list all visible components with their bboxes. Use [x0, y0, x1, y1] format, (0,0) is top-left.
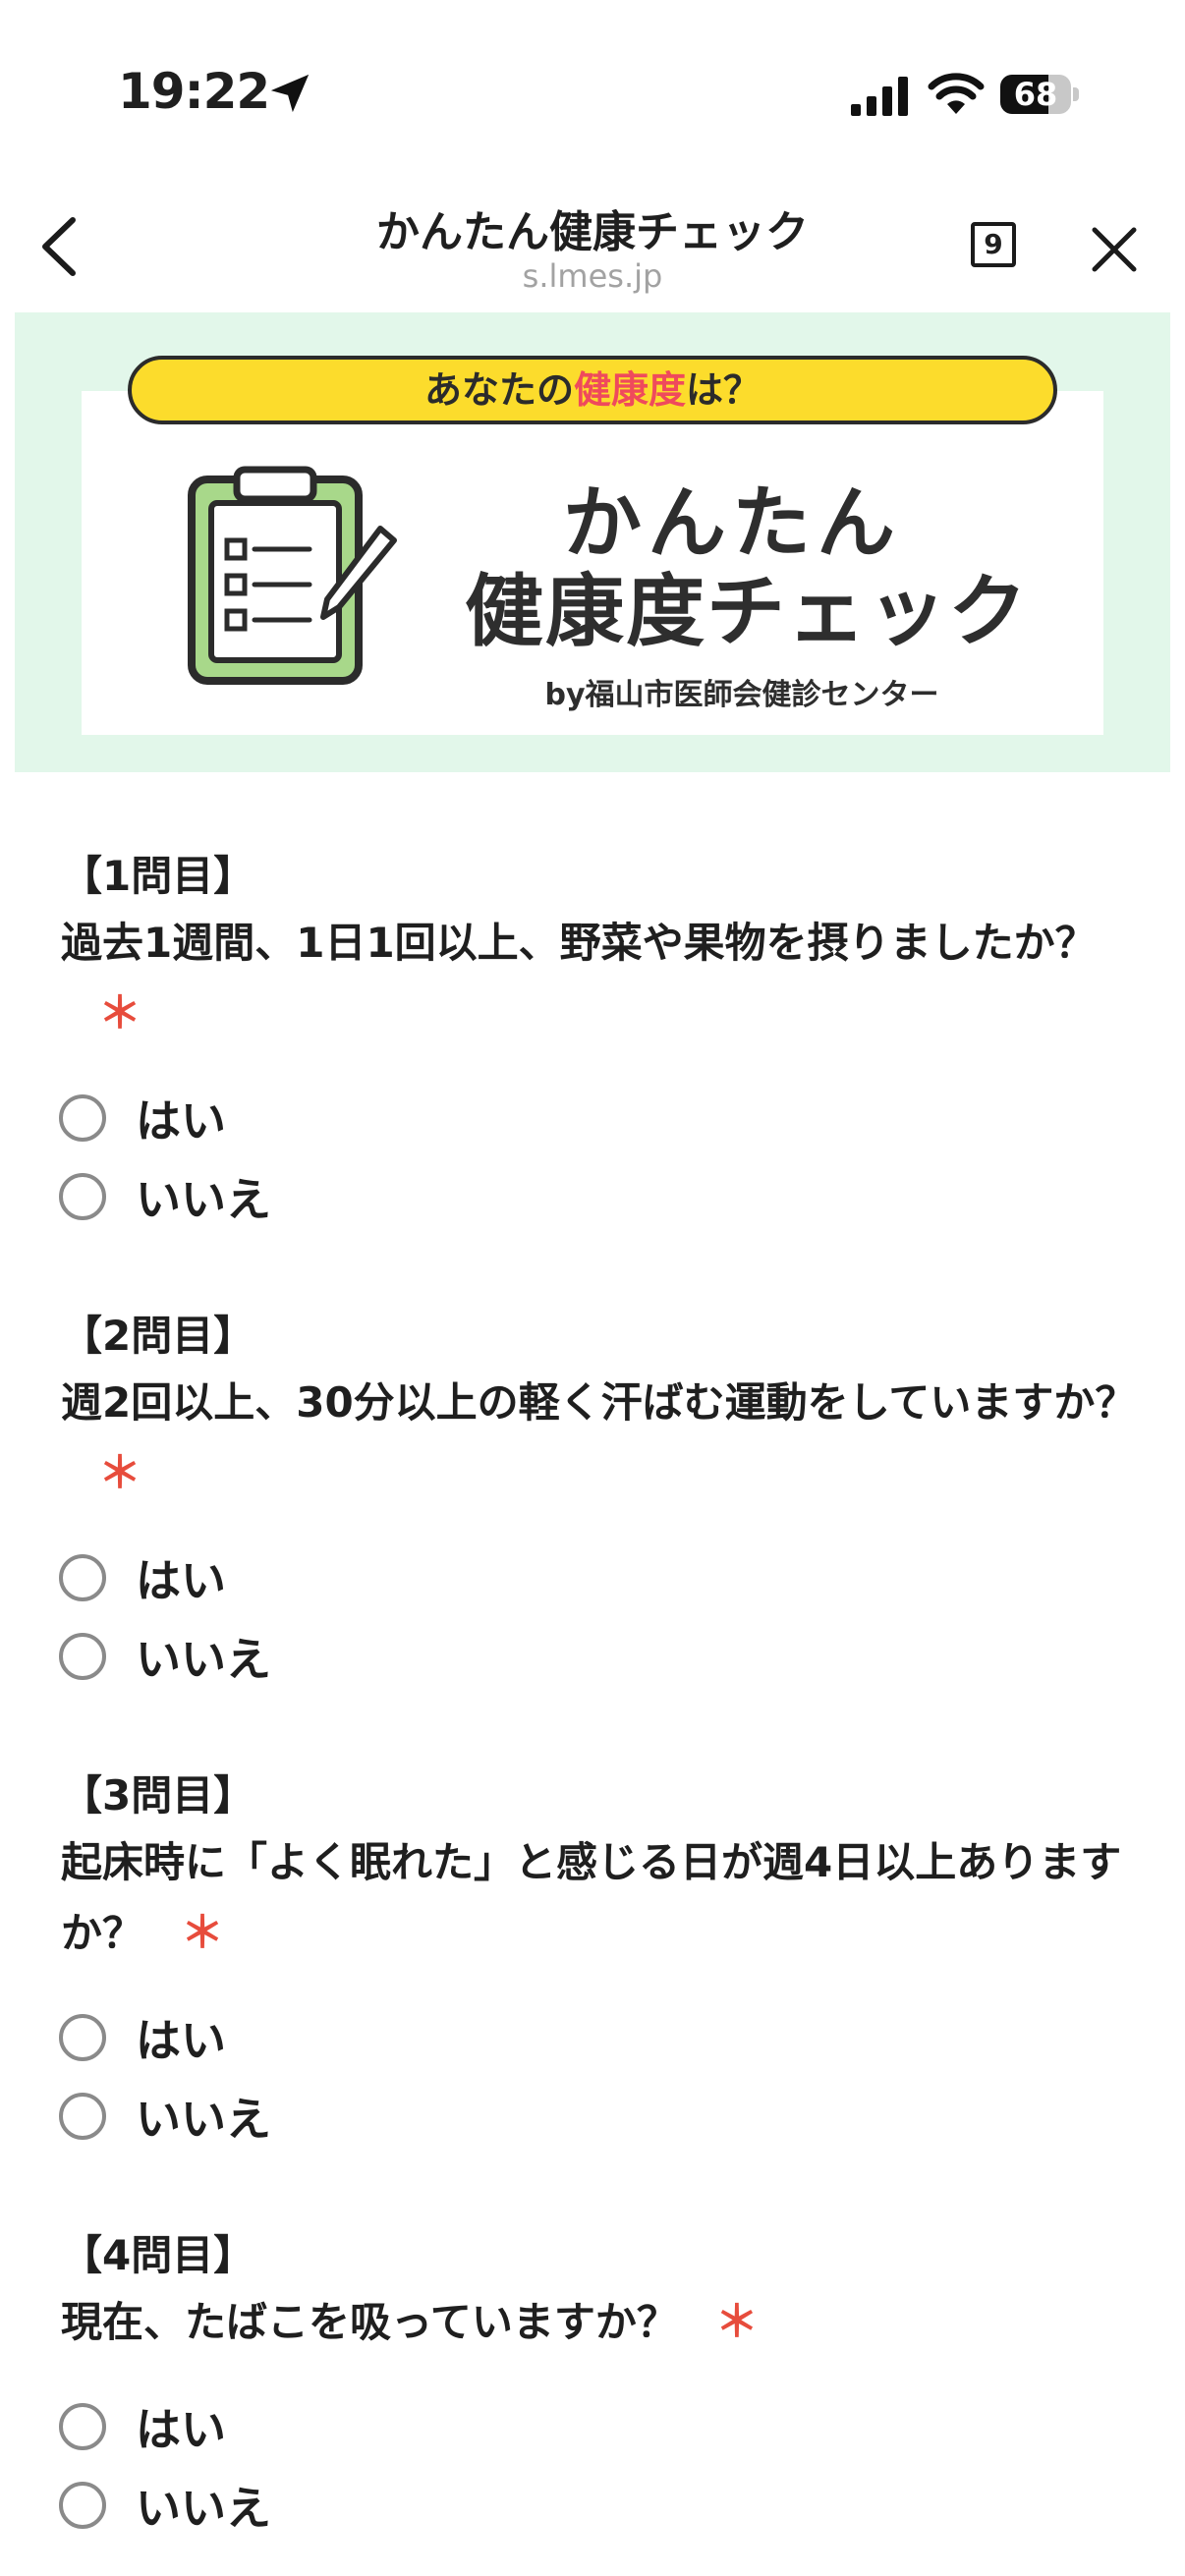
- radio-button[interactable]: [59, 1554, 106, 1601]
- radio-button[interactable]: [59, 1173, 106, 1220]
- battery-percent: 68: [1013, 76, 1058, 113]
- wifi-icon: [928, 73, 985, 114]
- radio-button[interactable]: [59, 2093, 106, 2140]
- option-label: はい: [136, 1094, 226, 1148]
- required-mark: ＊: [181, 1908, 225, 1958]
- question-2-label: 週2回以上、30分以上の軽く汗ばむ運動をしていますか？: [61, 1378, 1137, 1427]
- banner-title-line2: 健康度チェック: [465, 566, 1029, 657]
- option-label: はい: [136, 2403, 226, 2456]
- question-3-text: 起床時に「よく眠れた」と感じる日が週4日以上ありますか？＊: [61, 1827, 1142, 1969]
- header-banner: あなたの健康度は？ かんたん 健康度チェック by福山市医師会健診センター: [15, 312, 1170, 772]
- battery-indicator: 68: [1000, 75, 1079, 116]
- banner-pill-suffix: は？: [686, 368, 762, 412]
- status-time: 19:22: [118, 63, 270, 120]
- banner-byline: by福山市医師会健診センター: [544, 678, 939, 712]
- radio-button[interactable]: [59, 1633, 106, 1680]
- clipboard-checklist-icon: [188, 466, 397, 685]
- question-3-option-no[interactable]: いいえ: [59, 2087, 271, 2146]
- question-1-option-no[interactable]: いいえ: [59, 1167, 271, 1226]
- question-1-label: 過去1週間、1日1回以上、野菜や果物を摂りましたか？: [61, 919, 1097, 967]
- page-domain: s.lmes.jp: [522, 257, 663, 295]
- cellular-signal-icon: [851, 77, 908, 116]
- question-4-text: 現在、たばこを吸っていますか？ ＊: [61, 2287, 1142, 2358]
- required-mark: ＊: [98, 1448, 141, 1498]
- question-2-option-no[interactable]: いいえ: [59, 1627, 271, 1686]
- tab-count-button[interactable]: 9: [971, 222, 1016, 267]
- banner-pill-highlight: 健康度: [573, 368, 686, 412]
- close-icon[interactable]: [1089, 224, 1140, 275]
- option-label: はい: [136, 2014, 226, 2067]
- question-2-option-yes[interactable]: はい: [59, 1548, 226, 1607]
- required-mark: ＊: [98, 988, 141, 1038]
- question-4-option-no[interactable]: いいえ: [59, 2476, 271, 2535]
- location-arrow-icon: [270, 74, 310, 113]
- question-1-option-yes[interactable]: はい: [59, 1089, 226, 1148]
- status-bar: 19:22 68: [0, 0, 1185, 187]
- question-2-text: 週2回以上、30分以上の軽く汗ばむ運動をしていますか？ ＊: [61, 1368, 1142, 1509]
- back-chevron-icon[interactable]: [33, 214, 85, 279]
- question-1-number: 【1問目】: [61, 852, 255, 900]
- question-2-number: 【2問目】: [61, 1312, 255, 1360]
- question-3-option-yes[interactable]: はい: [59, 2008, 226, 2067]
- question-3-number: 【3問目】: [61, 1771, 255, 1820]
- question-4-label: 現在、たばこを吸っていますか？: [61, 2298, 678, 2346]
- radio-button[interactable]: [59, 2014, 106, 2061]
- option-label: はい: [136, 1554, 226, 1607]
- question-4-option-yes[interactable]: はい: [59, 2397, 226, 2456]
- banner-pill: あなたの健康度は？: [128, 356, 1057, 424]
- question-4-number: 【4問目】: [61, 2231, 255, 2279]
- banner-pill-prefix: あなたの: [423, 368, 574, 412]
- radio-button[interactable]: [59, 2482, 106, 2529]
- radio-button[interactable]: [59, 2403, 106, 2450]
- page-title: かんたん健康チェック: [376, 207, 809, 257]
- option-label: いいえ: [136, 1633, 271, 1686]
- option-label: いいえ: [136, 2482, 271, 2535]
- radio-button[interactable]: [59, 1094, 106, 1142]
- question-1-text: 過去1週間、1日1回以上、野菜や果物を摂りましたか？ ＊: [61, 908, 1142, 1049]
- required-mark: ＊: [714, 2297, 759, 2347]
- option-label: いいえ: [136, 1173, 271, 1226]
- option-label: いいえ: [136, 2093, 271, 2146]
